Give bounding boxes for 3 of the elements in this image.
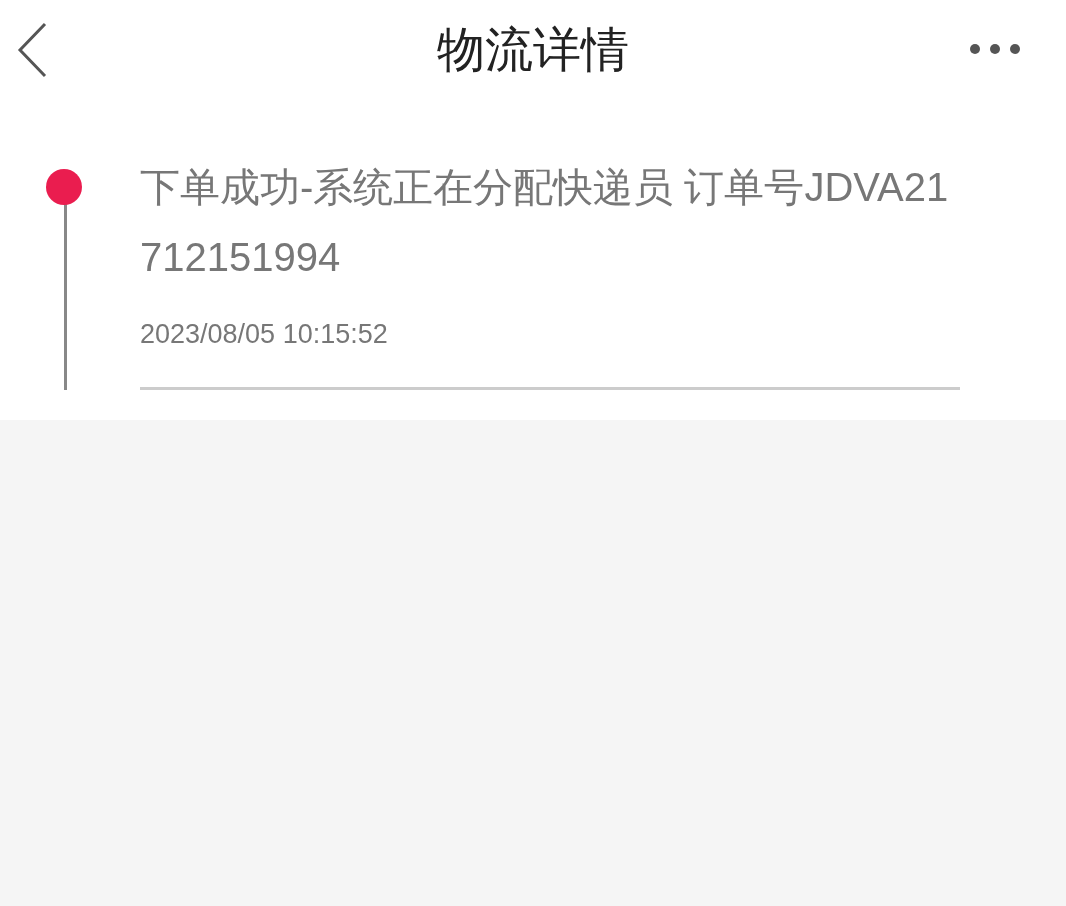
event-time: 2023/08/05 10:15:52 [140, 318, 389, 351]
page-title: 物流详情 [437, 26, 629, 74]
tracking-status: 下单成功-系统正在分配快递员 订单号JDVA21712151994 [140, 164, 950, 281]
